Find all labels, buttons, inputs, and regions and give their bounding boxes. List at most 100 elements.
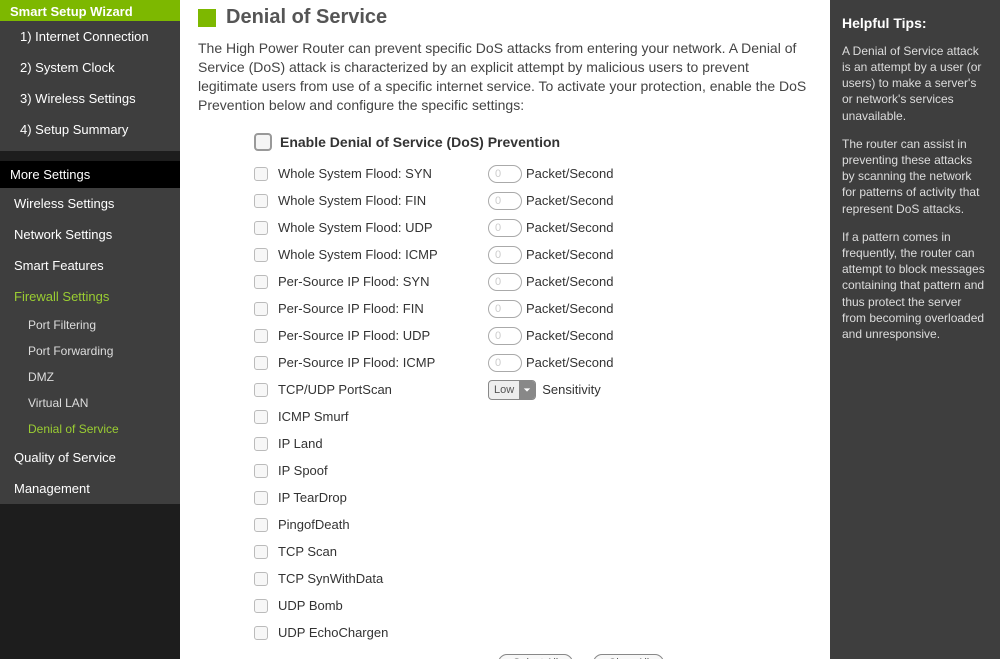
select-all-button[interactable]: Select All xyxy=(498,654,573,659)
nav-item-smart-features[interactable]: Smart Features xyxy=(0,250,180,281)
sub-item-denial-of-service[interactable]: Denial of Service xyxy=(0,416,180,442)
rate-input[interactable] xyxy=(488,327,522,345)
tips-paragraph: If a pattern comes in frequently, the ro… xyxy=(842,229,988,342)
rule-row: Whole System Flood: UDP Packet/Second xyxy=(254,219,812,237)
rule-checkbox[interactable] xyxy=(254,572,268,586)
rate-unit: Packet/Second xyxy=(526,193,613,208)
rule-row: Per-Source IP Flood: FINPacket/Second xyxy=(254,300,812,318)
rule-label: Per-Source IP Flood: UDP xyxy=(278,328,488,343)
rule-checkbox[interactable] xyxy=(254,383,268,397)
main-panel: Denial of Service The High Power Router … xyxy=(180,0,830,659)
rate-unit: Packet/Second xyxy=(526,166,613,181)
rule-label: TCP/UDP PortScan xyxy=(278,382,488,397)
rule-label: IP TearDrop xyxy=(278,490,488,505)
tips-paragraph: A Denial of Service attack is an attempt… xyxy=(842,43,988,124)
rule-label: Whole System Flood: UDP xyxy=(278,220,488,235)
tips-paragraph: The router can assist in preventing thes… xyxy=(842,136,988,217)
wizard-item-0[interactable]: 1) Internet Connection xyxy=(0,21,180,52)
rate-input[interactable] xyxy=(488,273,522,291)
rule-row: IP Land xyxy=(254,435,812,453)
wizard-section: Smart Setup Wizard 1) Internet Connectio… xyxy=(0,0,180,151)
page-description: The High Power Router can prevent specif… xyxy=(198,39,812,115)
enable-dos-label: Enable Denial of Service (DoS) Preventio… xyxy=(280,134,560,150)
wizard-header: Smart Setup Wizard xyxy=(0,0,180,21)
rule-checkbox[interactable] xyxy=(254,302,268,316)
rate-unit: Packet/Second xyxy=(526,274,613,289)
sub-item-virtual-lan[interactable]: Virtual LAN xyxy=(0,390,180,416)
tips-title: Helpful Tips: xyxy=(842,14,988,33)
rule-label: PingofDeath xyxy=(278,517,488,532)
rate-input[interactable] xyxy=(488,246,522,264)
rule-checkbox[interactable] xyxy=(254,194,268,208)
enable-dos-checkbox[interactable] xyxy=(254,133,272,151)
rule-row: TCP/UDP PortScanLow Sensitivity xyxy=(254,381,812,399)
rule-checkbox[interactable] xyxy=(254,329,268,343)
rate-input[interactable] xyxy=(488,300,522,318)
sidebar: Smart Setup Wizard 1) Internet Connectio… xyxy=(0,0,180,659)
rule-label: IP Spoof xyxy=(278,463,488,478)
rule-row: Per-Source IP Flood: SYN Packet/Second xyxy=(254,273,812,291)
rule-checkbox[interactable] xyxy=(254,626,268,640)
rate-unit: Packet/Second xyxy=(526,220,613,235)
rule-row: UDP Bomb xyxy=(254,597,812,615)
rule-checkbox[interactable] xyxy=(254,599,268,613)
rule-label: Per-Source IP Flood: ICMP xyxy=(278,355,488,370)
rate-unit: Packet/Second xyxy=(526,355,613,370)
rule-row: TCP SynWithData xyxy=(254,570,812,588)
rule-checkbox[interactable] xyxy=(254,221,268,235)
rule-row: UDP EchoChargen xyxy=(254,624,812,642)
sub-item-dmz[interactable]: DMZ xyxy=(0,364,180,390)
page-title-row: Denial of Service xyxy=(198,6,812,29)
rule-checkbox[interactable] xyxy=(254,518,268,532)
nav-list: Wireless SettingsNetwork SettingsSmart F… xyxy=(0,188,180,504)
nav-item-management[interactable]: Management xyxy=(0,473,180,504)
rate-input[interactable] xyxy=(488,165,522,183)
nav-item-firewall-settings[interactable]: Firewall Settings xyxy=(0,281,180,312)
nav-item-wireless-settings[interactable]: Wireless Settings xyxy=(0,188,180,219)
rule-row: Per-Source IP Flood: UDPPacket/Second xyxy=(254,327,812,345)
clear-all-button[interactable]: Clear All xyxy=(593,654,664,659)
sensitivity-label: Sensitivity xyxy=(542,382,601,397)
rule-label: ICMP Smurf xyxy=(278,409,488,424)
rule-checkbox[interactable] xyxy=(254,356,268,370)
rule-label: UDP Bomb xyxy=(278,598,488,613)
wizard-item-1[interactable]: 2) System Clock xyxy=(0,52,180,83)
rate-input[interactable] xyxy=(488,192,522,210)
rate-input[interactable] xyxy=(488,219,522,237)
rate-input[interactable] xyxy=(488,354,522,372)
rule-label: TCP SynWithData xyxy=(278,571,488,586)
rule-label: UDP EchoChargen xyxy=(278,625,488,640)
sensitivity-value: Low xyxy=(489,384,519,396)
rate-unit: Packet/Second xyxy=(526,247,613,262)
rule-label: TCP Scan xyxy=(278,544,488,559)
rule-checkbox[interactable] xyxy=(254,410,268,424)
nav-item-network-settings[interactable]: Network Settings xyxy=(0,219,180,250)
enable-row: Enable Denial of Service (DoS) Preventio… xyxy=(254,133,812,151)
rule-row: Whole System Flood: SYN Packet/Second xyxy=(254,165,812,183)
rule-checkbox[interactable] xyxy=(254,248,268,262)
sensitivity-select[interactable]: Low xyxy=(488,380,536,400)
tips-panel: Helpful Tips: A Denial of Service attack… xyxy=(830,0,1000,659)
sub-item-port-forwarding[interactable]: Port Forwarding xyxy=(0,338,180,364)
sub-item-port-filtering[interactable]: Port Filtering xyxy=(0,312,180,338)
rule-row: ICMP Smurf xyxy=(254,408,812,426)
rule-row: IP Spoof xyxy=(254,462,812,480)
rule-checkbox[interactable] xyxy=(254,275,268,289)
rule-checkbox[interactable] xyxy=(254,167,268,181)
wizard-item-3[interactable]: 4) Setup Summary xyxy=(0,114,180,145)
rule-checkbox[interactable] xyxy=(254,545,268,559)
rule-checkbox[interactable] xyxy=(254,437,268,451)
rule-label: Whole System Flood: ICMP xyxy=(278,247,488,262)
rule-row: Per-Source IP Flood: ICMP Packet/Second xyxy=(254,354,812,372)
page-title: Denial of Service xyxy=(226,6,387,29)
nav-item-quality-of-service[interactable]: Quality of Service xyxy=(0,442,180,473)
rule-label: Whole System Flood: FIN xyxy=(278,193,488,208)
rule-label: Whole System Flood: SYN xyxy=(278,166,488,181)
rule-checkbox[interactable] xyxy=(254,464,268,478)
button-row: Select All Clear All xyxy=(498,654,812,659)
rule-label: Per-Source IP Flood: SYN xyxy=(278,274,488,289)
wizard-item-2[interactable]: 3) Wireless Settings xyxy=(0,83,180,114)
rule-checkbox[interactable] xyxy=(254,491,268,505)
rule-row: PingofDeath xyxy=(254,516,812,534)
rule-row: Whole System Flood: FIN Packet/Second xyxy=(254,192,812,210)
